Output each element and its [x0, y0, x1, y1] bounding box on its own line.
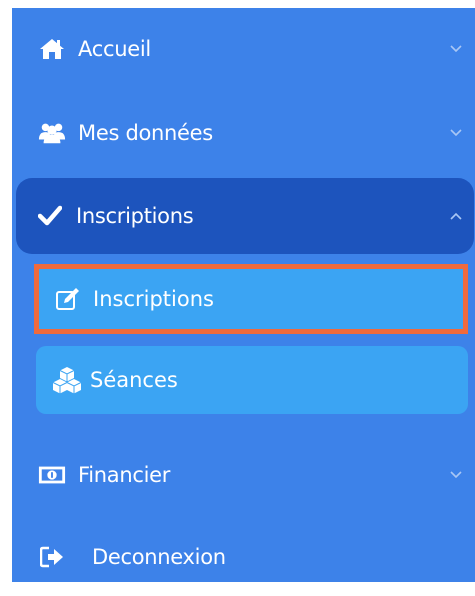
- sidebar-item-deconnexion[interactable]: Deconnexion: [12, 518, 474, 596]
- money-icon: [38, 461, 66, 489]
- chevron-down-icon: [450, 129, 462, 137]
- submenu-item-inscriptions[interactable]: Inscriptions: [34, 264, 468, 334]
- sidebar-item-accueil[interactable]: Accueil: [12, 10, 474, 88]
- sidebar-item-inscriptions[interactable]: Inscriptions: [16, 178, 474, 254]
- sidebar-item-financier[interactable]: Financier: [12, 436, 474, 514]
- submenu-item-seances[interactable]: Séances: [36, 346, 468, 414]
- sidebar-item-label: Accueil: [78, 37, 151, 61]
- chevron-down-icon: [450, 471, 462, 479]
- sidebar-item-label: Inscriptions: [76, 204, 194, 228]
- edit-icon: [55, 286, 81, 312]
- chevron-down-icon: [450, 45, 462, 53]
- sidebar-item-mes-donnees[interactable]: Mes données: [12, 94, 474, 172]
- sidebar-item-label: Deconnexion: [92, 545, 226, 569]
- cubes-icon: [52, 365, 82, 395]
- sidebar-item-label: Financier: [78, 463, 171, 487]
- users-icon: [38, 119, 66, 147]
- logout-icon: [38, 543, 66, 571]
- chevron-up-icon: [450, 212, 462, 220]
- home-icon: [38, 35, 66, 63]
- submenu-item-label: Séances: [90, 368, 178, 392]
- sidebar: Accueil Mes données Inscriptions Inscrip…: [12, 8, 475, 582]
- sidebar-item-label: Mes données: [78, 121, 213, 145]
- submenu-item-label: Inscriptions: [93, 287, 214, 311]
- check-icon: [36, 202, 64, 230]
